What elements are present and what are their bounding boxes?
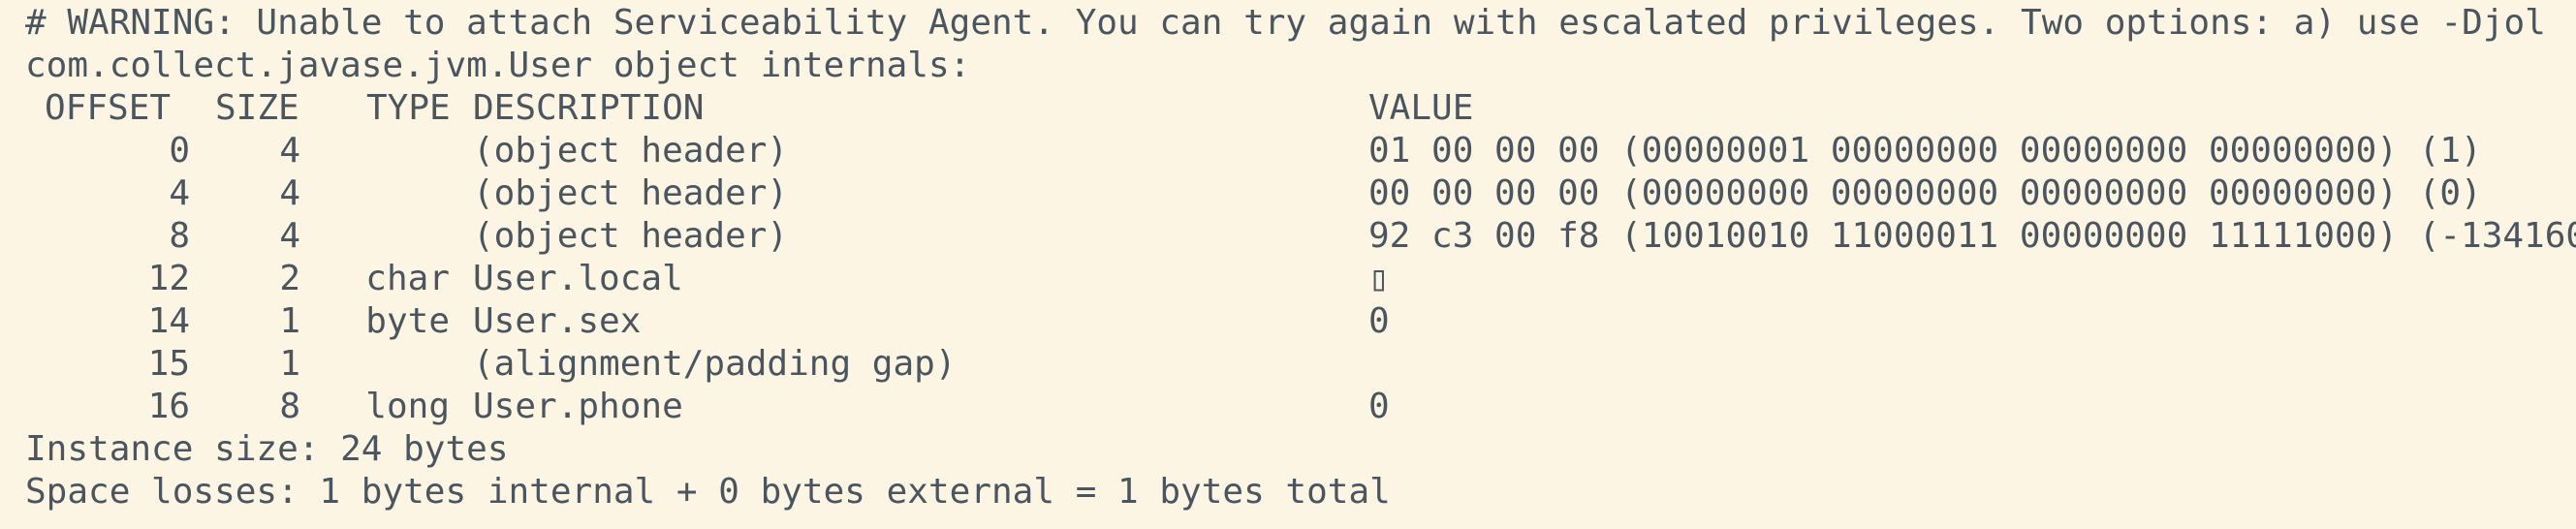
row-value: ▯ xyxy=(1368,259,1390,298)
table-header: OFFSET SIZE TYPE DESCRIPTION VALUE xyxy=(0,87,2576,130)
header-description: DESCRIPTION xyxy=(473,88,705,128)
row-size: 8 xyxy=(279,387,300,426)
row-offset: 16 xyxy=(147,387,190,426)
table-row: 15 1 (alignment/padding gap) xyxy=(0,343,2576,386)
header-offset: OFFSET xyxy=(45,88,172,128)
row-value: 01 00 00 00 (00000001 00000000 00000000 … xyxy=(1368,131,2482,171)
header-value: VALUE xyxy=(1368,88,1474,128)
row-size: 2 xyxy=(279,259,300,298)
row-type: byte xyxy=(365,301,450,341)
row-size: 1 xyxy=(279,301,300,341)
table-row: 8 4 (object header) 92 c3 00 f8 (1001001… xyxy=(0,215,2576,258)
row-value: 00 00 00 00 (00000000 00000000 00000000 … xyxy=(1368,173,2482,213)
row-size: 4 xyxy=(279,131,300,171)
terminal-output: # WARNING: Unable to attach Serviceabili… xyxy=(0,0,2576,529)
row-type: long xyxy=(365,387,450,426)
class-internals-line: com.collect.javase.jvm.User object inter… xyxy=(25,46,971,85)
table-row: 14 1 byte User.sex 0 xyxy=(0,300,2576,343)
row-offset: 15 xyxy=(147,344,190,384)
space-losses-line: Space losses: 1 bytes internal + 0 bytes… xyxy=(25,472,1391,512)
row-value: 92 c3 00 f8 (10010010 11000011 00000000 … xyxy=(1368,216,2576,256)
table-row: 0 4 (object header) 01 00 00 00 (0000000… xyxy=(0,130,2576,172)
row-offset: 4 xyxy=(169,173,190,213)
row-offset: 8 xyxy=(169,216,190,256)
table-row: 12 2 char User.local ▯ xyxy=(0,258,2576,300)
instance-size-line: Instance size: 24 bytes xyxy=(25,429,509,469)
row-description: (alignment/padding gap) xyxy=(473,344,957,384)
row-description: (object header) xyxy=(473,131,789,171)
row-size: 1 xyxy=(279,344,300,384)
row-offset: 12 xyxy=(147,259,190,298)
row-description: User.phone xyxy=(473,387,683,426)
header-type: TYPE xyxy=(366,88,451,128)
row-size: 4 xyxy=(279,216,300,256)
warning-line: # WARNING: Unable to attach Serviceabili… xyxy=(25,3,2546,43)
row-value: 0 xyxy=(1368,301,1390,341)
row-type: char xyxy=(365,259,450,298)
row-description: User.local xyxy=(473,259,683,298)
row-description: User.sex xyxy=(473,301,642,341)
row-description: (object header) xyxy=(473,216,789,256)
header-size: SIZE xyxy=(215,88,299,128)
table-row: 4 4 (object header) 00 00 00 00 (0000000… xyxy=(0,172,2576,215)
row-description: (object header) xyxy=(473,173,789,213)
row-size: 4 xyxy=(279,173,300,213)
table-row: 16 8 long User.phone 0 xyxy=(0,386,2576,428)
row-offset: 14 xyxy=(147,301,190,341)
row-value: 0 xyxy=(1368,387,1390,426)
row-offset: 0 xyxy=(169,131,190,171)
